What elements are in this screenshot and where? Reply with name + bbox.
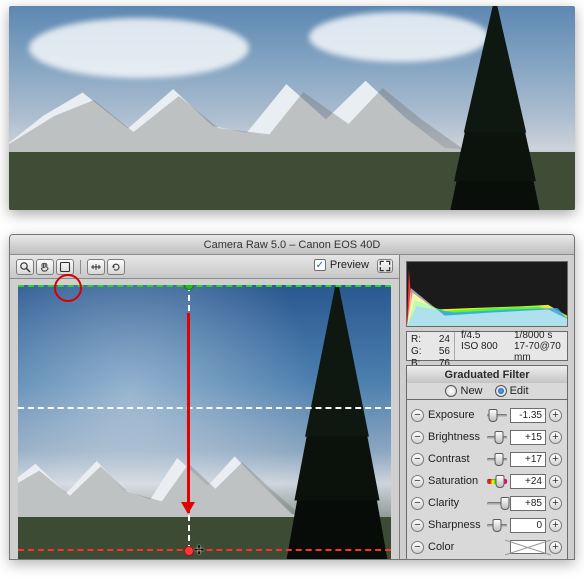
brightness-plus-button[interactable]: +	[549, 431, 562, 444]
slider-row-exposure: −Exposure -1.35+	[411, 404, 563, 426]
exposure-label: Exposure	[428, 409, 484, 421]
graduated-filter-tool-button[interactable]	[56, 259, 74, 275]
readout-panel: R:24 G:56 B:76 f/4.5 1/8000 s ISO 800 17…	[406, 331, 568, 361]
gradient-mid-line[interactable]	[18, 407, 391, 409]
clarity-slider[interactable]	[487, 497, 507, 509]
sharpness-slider-thumb[interactable]	[493, 519, 502, 532]
clarity-label: Clarity	[428, 497, 484, 509]
saturation-value-input[interactable]: +24	[510, 474, 546, 489]
rotate-tool-button[interactable]	[107, 259, 125, 275]
adjustments-panel: R:24 G:56 B:76 f/4.5 1/8000 s ISO 800 17…	[400, 255, 574, 560]
saturation-label: Saturation	[428, 475, 484, 487]
contrast-plus-button[interactable]: +	[549, 453, 562, 466]
gradient-end-handle[interactable]	[184, 546, 194, 556]
crosshair-cursor-icon: ✢	[194, 543, 204, 557]
window-titlebar: Camera Raw 5.0 – Canon EOS 40D	[10, 235, 574, 255]
window-title: Camera Raw 5.0 – Canon EOS 40D	[204, 239, 381, 251]
brightness-slider-thumb[interactable]	[494, 431, 503, 444]
exif-lens: 17-70@70 mm	[514, 341, 561, 363]
sharpness-label: Sharpness	[428, 519, 484, 531]
fullscreen-toggle-button[interactable]	[377, 259, 393, 273]
readout-r-label: R:	[411, 334, 421, 346]
exif-shutter: 1/8000 s	[514, 330, 561, 341]
readout-g-label: G:	[411, 346, 422, 358]
slider-row-contrast: −Contrast +17+	[411, 448, 563, 470]
preview-checkbox[interactable]	[314, 259, 326, 271]
mode-new-label: New	[461, 385, 483, 397]
reference-photo	[9, 6, 575, 210]
exif-iso: ISO 800	[461, 341, 508, 363]
mode-new-radio[interactable]	[445, 385, 457, 397]
contrast-slider-thumb[interactable]	[494, 453, 503, 466]
drag-direction-arrow-icon	[187, 313, 190, 513]
zoom-tool-button[interactable]	[16, 259, 34, 275]
color-plus-button[interactable]: +	[549, 541, 562, 554]
gradient-start-handle[interactable]	[184, 285, 194, 290]
saturation-plus-button[interactable]: +	[549, 475, 562, 488]
preview-label: Preview	[330, 259, 369, 271]
mode-edit-label: Edit	[510, 385, 529, 397]
mode-edit-radio[interactable]	[495, 385, 507, 397]
exposure-slider[interactable]	[487, 409, 507, 421]
contrast-minus-button[interactable]: −	[411, 453, 424, 466]
color-minus-button[interactable]: −	[411, 541, 424, 554]
exposure-plus-button[interactable]: +	[549, 409, 562, 422]
color-label: Color	[428, 541, 484, 553]
exposure-slider-thumb[interactable]	[489, 409, 498, 422]
hand-tool-button[interactable]	[36, 259, 54, 275]
saturation-slider[interactable]	[487, 475, 507, 487]
brightness-label: Brightness	[428, 431, 484, 443]
clarity-value-input[interactable]: +85	[510, 496, 546, 511]
slider-row-saturation: −Saturation +24+	[411, 470, 563, 492]
filter-mode-row: New Edit	[406, 383, 568, 399]
sharpness-plus-button[interactable]: +	[549, 519, 562, 532]
brightness-value-input[interactable]: +15	[510, 430, 546, 445]
readout-r-value: 24	[439, 334, 450, 346]
exif-aperture: f/4.5	[461, 330, 508, 341]
contrast-slider[interactable]	[487, 453, 507, 465]
straighten-tool-button[interactable]	[87, 259, 105, 275]
brightness-slider[interactable]	[487, 431, 507, 443]
contrast-value-input[interactable]: +17	[510, 452, 546, 467]
camera-raw-window: Camera Raw 5.0 – Canon EOS 40D Preview	[9, 234, 575, 560]
histogram[interactable]	[406, 261, 568, 327]
exposure-minus-button[interactable]: −	[411, 409, 424, 422]
gradient-end-line[interactable]	[18, 549, 391, 551]
clarity-plus-button[interactable]: +	[549, 497, 562, 510]
readout-g-value: 56	[439, 346, 450, 358]
clarity-slider-thumb[interactable]	[501, 497, 510, 510]
panel-title: Graduated Filter	[406, 365, 568, 383]
saturation-minus-button[interactable]: −	[411, 475, 424, 488]
toolbar: Preview	[10, 255, 399, 279]
contrast-label: Contrast	[428, 453, 484, 465]
color-spacer	[487, 541, 507, 553]
color-swatch[interactable]	[510, 540, 546, 554]
saturation-slider-thumb[interactable]	[495, 475, 504, 488]
slider-row-clarity: −Clarity +85+	[411, 492, 563, 514]
brightness-minus-button[interactable]: −	[411, 431, 424, 444]
slider-row-sharpness: −Sharpness 0+	[411, 514, 563, 536]
gradient-start-line[interactable]	[18, 285, 391, 287]
exposure-value-input[interactable]: -1.35	[510, 408, 546, 423]
image-canvas[interactable]: ✢	[10, 279, 399, 560]
sharpness-slider[interactable]	[487, 519, 507, 531]
sharpness-minus-button[interactable]: −	[411, 519, 424, 532]
slider-row-brightness: −Brightness +15+	[411, 426, 563, 448]
clarity-minus-button[interactable]: −	[411, 497, 424, 510]
sharpness-value-input[interactable]: 0	[510, 518, 546, 533]
color-row: −Color +	[411, 536, 563, 558]
